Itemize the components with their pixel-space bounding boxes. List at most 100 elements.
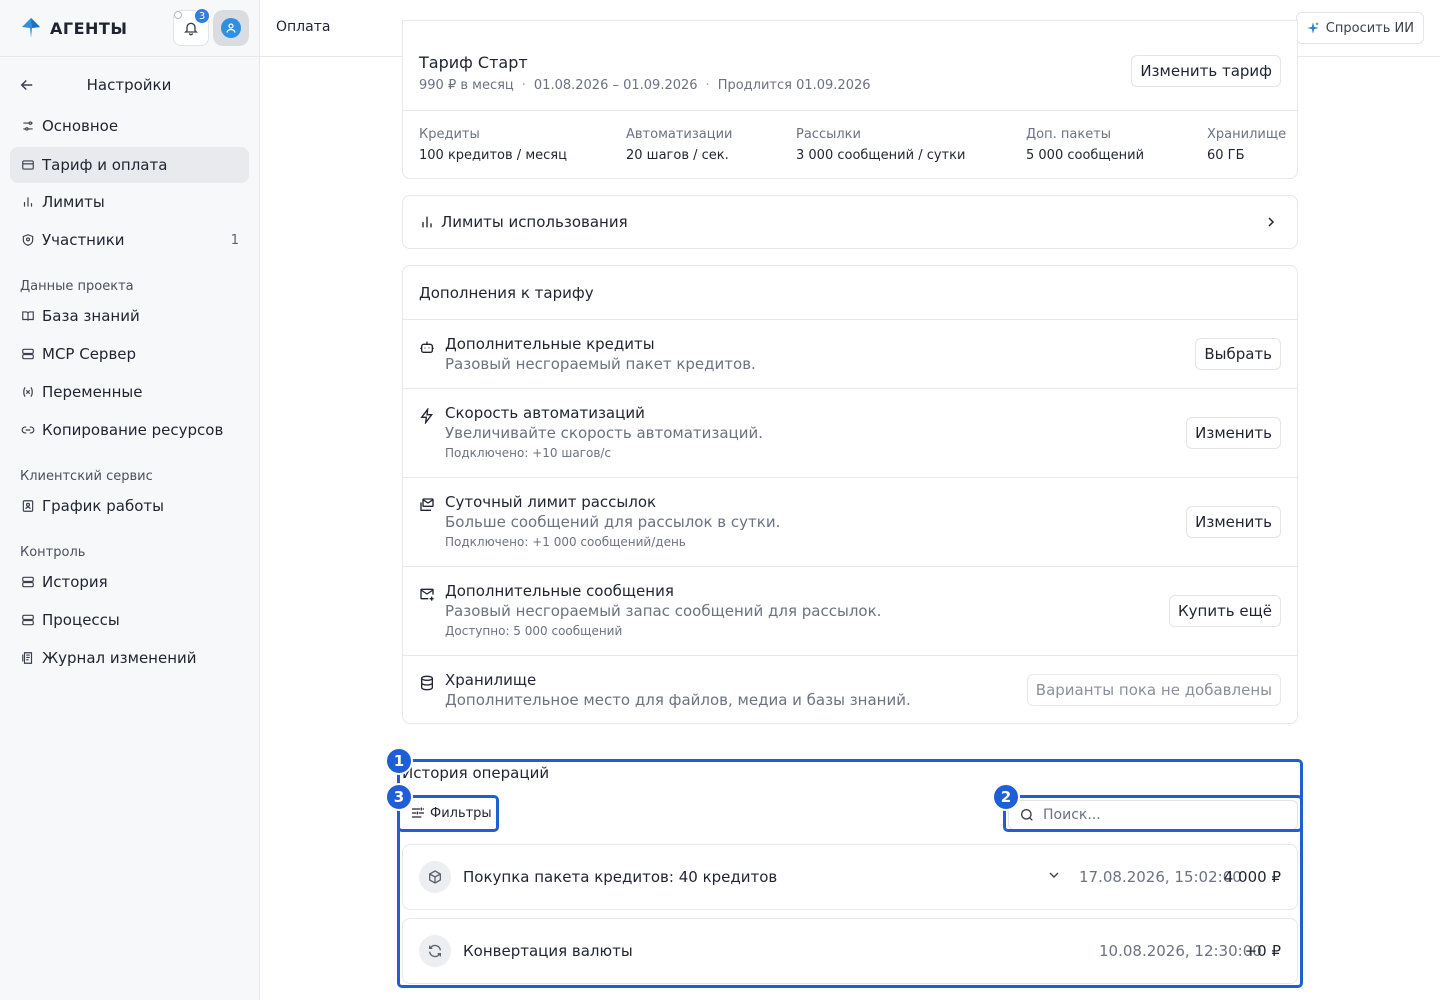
brand-name: АГЕНТЫ [50,18,128,38]
addon-name: Дополнительные кредиты [445,335,655,353]
users-icon [20,232,36,248]
history-icon [20,574,36,590]
sidebar-item-label: Журнал изменений [42,649,197,667]
sidebar-item-history[interactable]: История [10,564,249,600]
stat-storage: Хранилище 60 ГБ [1207,127,1286,163]
addon-description: Разовый несгораемый пакет кредитов. [445,355,756,373]
addon-name: Скорость автоматизаций [445,404,645,422]
plan-name: Тариф Старт [419,53,528,72]
highlight-search [1003,795,1303,832]
variable-icon [20,384,36,400]
sidebar-item-copy-resources[interactable]: Копирование ресурсов [10,412,249,448]
addon-row-automation-speed: Скорость автоматизаций Увеличивайте скор… [403,388,1297,477]
sliders-icon [20,118,36,134]
addon-description: Увеличивайте скорость автоматизаций. [445,424,764,442]
sidebar-item-label: База знаний [42,307,140,325]
addon-description: Дополнительное место для файлов, медиа и… [445,691,911,709]
lightning-icon [419,406,437,426]
plan-divider [403,110,1297,111]
annotation-marker-1: 1 [385,747,413,775]
stat-value: 100 кредитов / месяц [419,148,567,163]
change-plan-button[interactable]: Изменить тариф [1131,55,1281,87]
brand-logo-icon [18,15,44,41]
sidebar-item-mcp-server[interactable]: MCP Сервер [10,336,249,372]
ask-ai-button[interactable]: Спросить ИИ [1295,12,1424,44]
processes-icon [20,612,36,628]
change-daily-limit-button[interactable]: Изменить [1186,506,1281,538]
sidebar-item-label: Участники [42,231,125,249]
separator-dot: · [521,78,526,93]
buy-more-button[interactable]: Купить ещё [1168,595,1281,627]
plan-renewal: Продлится 01.09.2026 [717,78,871,93]
sidebar-divider [0,56,260,57]
chevron-right-icon [1263,214,1279,234]
notifications-button[interactable]: 3 [173,8,210,46]
notifications-badge: 3 [194,8,210,24]
usage-limits-title: Лимиты использования [441,213,628,231]
sidebar-item-changelog[interactable]: Журнал изменений [10,640,249,676]
stat-value: 3 000 сообщений / сутки [796,148,966,163]
loading-indicator-icon [174,11,182,19]
link-icon [20,422,36,438]
page-title: Оплата [276,19,331,35]
plan-price: 990 ₽ в месяц [419,78,514,93]
brand[interactable]: АГЕНТЫ [18,14,127,42]
storage-options-empty: Варианты пока не добавлены [1026,674,1281,706]
back-arrow-icon[interactable] [18,76,36,94]
annotation-marker-2: 2 [992,783,1020,811]
settings-header: Настройки [18,72,240,98]
stat-credits: Кредиты 100 кредитов / месяц [419,127,567,163]
sidebar-item-billing[interactable]: Тариф и оплата [10,147,249,183]
addon-name: Дополнительные сообщения [445,582,674,600]
usage-limits-row[interactable]: Лимиты использования [402,195,1298,249]
plan-meta: 990 ₽ в месяц · 01.08.2026 – 01.09.2026 … [419,78,871,93]
addon-note: Подключено: +1 000 сообщений/день [445,535,686,549]
stat-label: Автоматизации [626,127,733,142]
sidebar-item-knowledge-base[interactable]: База знаний [10,298,249,334]
choose-credits-button[interactable]: Выбрать [1195,338,1281,370]
sidebar-item-members[interactable]: Участники 1 [10,222,249,258]
sidebar-item-limits[interactable]: Лимиты [10,184,249,220]
addons-title: Дополнения к тарифу [419,284,594,302]
addon-row-storage: Хранилище Дополнительное место для файло… [403,655,1297,724]
ask-ai-label: Спросить ИИ [1325,20,1414,36]
mail-plus-icon [419,586,437,604]
calendar-user-icon [20,498,36,514]
section-title-control: Контроль [20,545,86,560]
sidebar-item-general[interactable]: Основное [10,108,249,144]
plan-period: 01.08.2026 – 01.09.2026 [533,78,698,93]
stat-extra-packages: Доп. пакеты 5 000 сообщений [1026,127,1144,163]
section-title-project-data: Данные проекта [20,279,134,294]
sidebar-item-label: История [42,573,108,591]
database-icon [419,675,437,693]
sidebar-item-label: Копирование ресурсов [42,421,224,439]
addon-note: Подключено: +10 шагов/с [445,446,612,460]
addon-row-credits: Дополнительные кредиты Разовый несгораем… [403,319,1297,388]
stat-automations: Автоматизации 20 шагов / сек. [626,127,733,163]
addon-description: Разовый несгораемый запас сообщений для … [445,602,882,620]
addon-row-daily-limit: Суточный лимит рассылок Больше сообщений… [403,477,1297,566]
stat-value: 20 шагов / сек. [626,148,729,163]
sidebar-item-processes[interactable]: Процессы [10,602,249,638]
separator-dot: · [705,78,710,93]
addon-note: Доступно: 5 000 сообщений [445,624,623,638]
addon-row-extra-messages: Дополнительные сообщения Разовый несгора… [403,566,1297,655]
addon-name: Суточный лимит рассылок [445,493,657,511]
settings-title: Настройки [86,76,172,94]
robot-icon [419,339,437,357]
change-speed-button[interactable]: Изменить [1186,417,1281,449]
bar-chart-icon [20,194,36,210]
book-icon [20,308,36,324]
sidebar-item-label: Лимиты [42,193,105,211]
bar-chart-icon [419,214,435,234]
stat-label: Доп. пакеты [1026,127,1112,142]
sidebar-item-schedule[interactable]: График работы [10,488,249,524]
stat-value: 60 ГБ [1207,148,1245,163]
avatar[interactable] [213,10,249,46]
log-icon [20,650,36,666]
mail-stack-icon [419,497,437,515]
sidebar: АГЕНТЫ 3 Настройки Основное Тариф и опла… [0,0,260,1000]
stat-mailings: Рассылки 3 000 сообщений / сутки [796,127,965,163]
sidebar-item-variables[interactable]: Переменные [10,374,249,410]
stat-value: 5 000 сообщений [1026,148,1145,163]
